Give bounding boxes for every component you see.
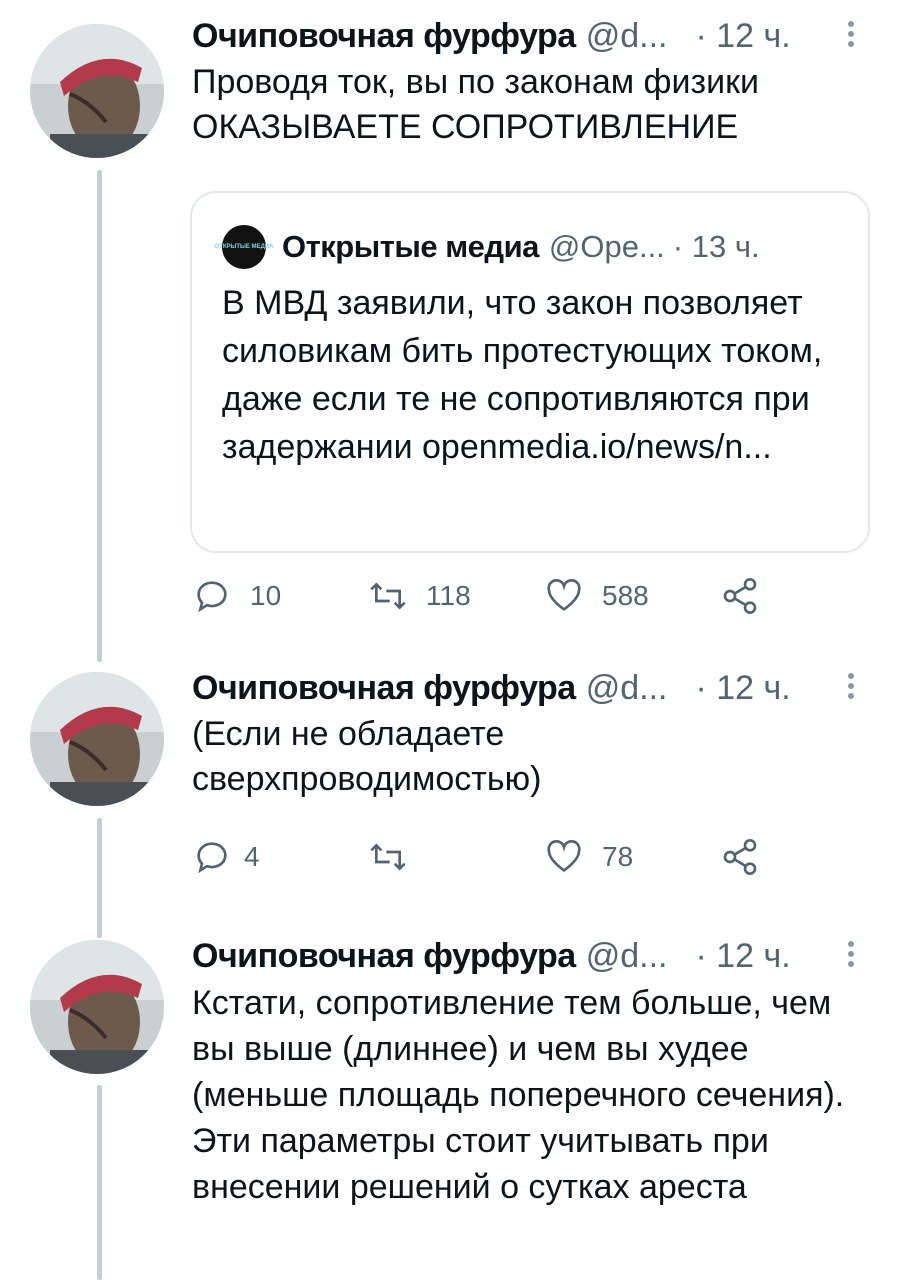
tweet-text: (Если не обладаете сверхпроводимостью) xyxy=(192,715,542,798)
quoted-avatar: ОТКРЫТЫЕ МЕДИА xyxy=(215,225,274,269)
author-name[interactable]: Очиповочная фурфура xyxy=(192,666,576,710)
logo-text: ОТКРЫТЫЕ МЕДИА xyxy=(214,243,274,250)
reply-button[interactable]: 10 xyxy=(192,571,281,621)
author-name[interactable]: Очиповочная фурфура xyxy=(192,934,576,978)
tweet-text: Проводя ток, вы по законам физики ОКАЗЫВ… xyxy=(192,63,759,146)
tweet-time[interactable]: · 12 ч. xyxy=(695,14,790,58)
quoted-tweet[interactable]: ОТКРЫТЫЕ МЕДИА Открытые медиа @Ope... · … xyxy=(190,191,870,553)
avatar[interactable] xyxy=(30,940,164,1074)
share-icon xyxy=(723,578,757,614)
quoted-author-handle: @Ope... xyxy=(548,229,665,264)
more-icon[interactable] xyxy=(844,938,858,972)
like-count: 78 xyxy=(602,841,634,872)
avatar[interactable] xyxy=(30,672,164,806)
share-icon xyxy=(723,839,757,875)
author-handle[interactable]: @d... xyxy=(586,666,668,710)
share-button[interactable] xyxy=(720,832,760,882)
reply-count: 10 xyxy=(250,580,282,611)
tweet[interactable]: Очиповочная фурфура @d... · 12 ч. Провод… xyxy=(0,14,898,614)
author-handle[interactable]: @d... xyxy=(586,14,668,58)
retweet-button[interactable] xyxy=(368,832,426,882)
more-icon[interactable] xyxy=(844,18,858,52)
quoted-author-name: Открытые медиа xyxy=(282,229,539,264)
tweet-actions: 4 78 xyxy=(192,832,792,882)
quoted-tweet-time: · 13 ч. xyxy=(672,229,760,264)
share-button[interactable] xyxy=(720,571,760,621)
quoted-tweet-text: В МВД заявили, что закон позволяет силов… xyxy=(222,284,823,466)
like-button[interactable]: 588 xyxy=(544,571,649,621)
tweet[interactable]: Очиповочная фурфура @d... · 12 ч. Кстати… xyxy=(0,932,898,1280)
heart-icon xyxy=(547,579,581,611)
tweet-header: Очиповочная фурфура @d... · 12 ч. xyxy=(192,14,858,58)
reply-icon xyxy=(197,581,227,613)
tweet-time[interactable]: · 12 ч. xyxy=(695,934,790,978)
reply-icon xyxy=(197,842,227,874)
tweet-actions: 10 118 588 xyxy=(192,571,792,621)
tweet-header: Очиповочная фурфура @d... · 12 ч. xyxy=(192,666,858,710)
quoted-tweet-header: ОТКРЫТЫЕ МЕДИА Открытые медиа @Ope... · … xyxy=(215,225,760,269)
tweet-time[interactable]: · 12 ч. xyxy=(695,666,790,710)
heart-icon xyxy=(547,840,581,872)
tweet-text: Кстати, сопротивление тем больше, чем вы… xyxy=(192,984,845,1206)
author-handle[interactable]: @d... xyxy=(586,934,668,978)
reply-count: 4 xyxy=(244,841,260,872)
more-icon[interactable] xyxy=(844,670,858,704)
avatar[interactable] xyxy=(30,24,164,158)
reply-button[interactable]: 4 xyxy=(192,832,260,882)
author-name[interactable]: Очиповочная фурфура xyxy=(192,14,576,58)
tweet-header: Очиповочная фурфура @d... · 12 ч. xyxy=(192,934,858,978)
retweet-icon xyxy=(370,843,406,871)
retweet-button[interactable]: 118 xyxy=(368,571,471,621)
retweet-count: 118 xyxy=(426,580,471,611)
like-button[interactable]: 78 xyxy=(544,832,633,882)
tweet[interactable]: Очиповочная фурфура @d... · 12 ч. (Если … xyxy=(0,662,898,902)
like-count: 588 xyxy=(602,580,649,611)
retweet-icon xyxy=(370,582,406,610)
